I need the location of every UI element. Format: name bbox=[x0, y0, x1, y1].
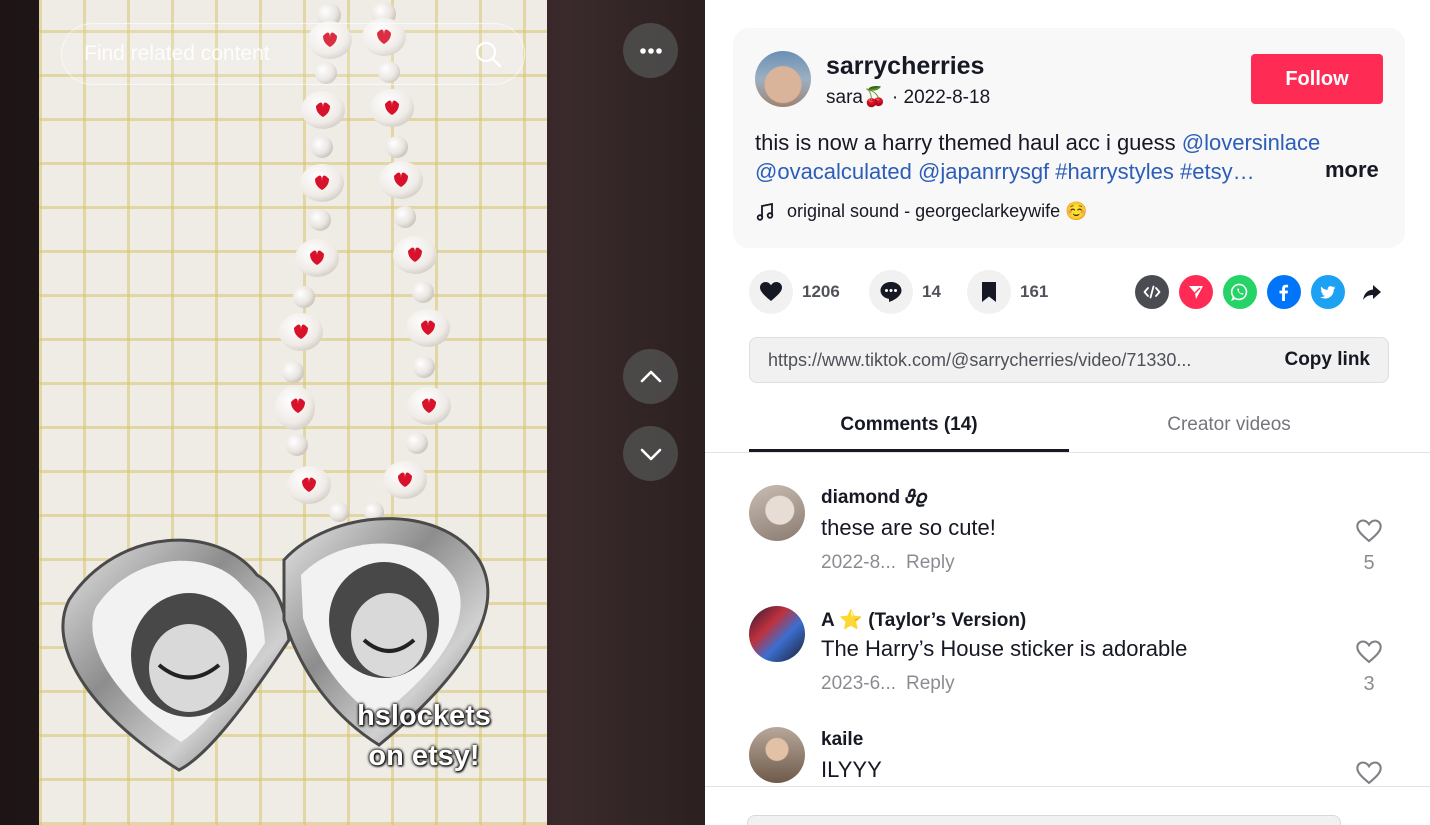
like-count: 1206 bbox=[802, 282, 840, 301]
heart-outline-icon bbox=[1356, 640, 1382, 664]
comment-like-count: 3 bbox=[1363, 673, 1375, 695]
search-input[interactable] bbox=[84, 42, 474, 66]
video-url: https://www.tiktok.com/@sarrycherries/vi… bbox=[768, 349, 1192, 370]
whatsapp-share-button[interactable] bbox=[1223, 275, 1257, 309]
commenter-name[interactable]: diamond 𝜗𝜚 bbox=[821, 487, 927, 509]
comment-input-divider bbox=[705, 786, 1430, 787]
video-info-panel: sarrycherries sara🍒 · 2022-8-18 Follow t… bbox=[705, 0, 1430, 825]
video-area: hslockets on etsy! bbox=[0, 0, 705, 825]
more-horizontal-icon bbox=[639, 47, 662, 54]
comment-meta: 2022-8... Reply bbox=[821, 552, 955, 574]
commenter-name[interactable]: kaile bbox=[821, 729, 863, 751]
comment-like-count: 5 bbox=[1363, 552, 1375, 574]
video-player[interactable]: hslockets on etsy! bbox=[39, 0, 547, 825]
search-bar bbox=[61, 23, 525, 85]
comment-tabs: Comments (14) Creator videos bbox=[749, 400, 1389, 452]
copy-link-bar: https://www.tiktok.com/@sarrycherries/vi… bbox=[749, 337, 1389, 383]
save-count: 161 bbox=[1020, 282, 1049, 301]
author-avatar[interactable] bbox=[755, 51, 811, 107]
send-to-friends-button[interactable] bbox=[1179, 275, 1213, 309]
mention-link[interactable]: @japanrrysgf bbox=[918, 159, 1049, 184]
commenter-name[interactable]: A ⭐ (Taylor’s Version) bbox=[821, 608, 1026, 632]
music-note-icon bbox=[756, 202, 774, 221]
tabs-divider bbox=[705, 452, 1430, 453]
facebook-share-button[interactable] bbox=[1267, 275, 1301, 309]
like-action[interactable]: 1206 bbox=[749, 270, 840, 314]
video-caption: this is now a harry themed haul acc i gu… bbox=[755, 128, 1385, 186]
whatsapp-icon bbox=[1230, 283, 1248, 302]
heart-outline-icon bbox=[1356, 761, 1382, 785]
previous-video-button[interactable] bbox=[623, 349, 678, 404]
description-card: sarrycherries sara🍒 · 2022-8-18 Follow t… bbox=[733, 28, 1405, 248]
subline-separator: · bbox=[886, 87, 904, 108]
comment-date: 2022-8... bbox=[821, 552, 896, 573]
facebook-icon bbox=[1279, 284, 1289, 301]
comment-icon bbox=[880, 282, 902, 302]
like-button[interactable] bbox=[749, 270, 793, 314]
twitter-icon bbox=[1320, 286, 1336, 299]
reply-button[interactable]: Reply bbox=[906, 673, 955, 694]
comment-text: The Harry’s House sticker is adorable bbox=[821, 636, 1188, 661]
search-icon[interactable] bbox=[474, 40, 502, 68]
commenter-avatar[interactable] bbox=[749, 485, 805, 541]
heart-icon bbox=[760, 282, 782, 301]
overlay-line-1: hslockets bbox=[357, 700, 491, 732]
caption-more-button[interactable]: more bbox=[1325, 157, 1379, 183]
sound-label: original sound - georgeclarkeywife ☺️ bbox=[787, 201, 1088, 221]
commenter-avatar[interactable] bbox=[749, 606, 805, 662]
video-overlay-text: hslockets on etsy! bbox=[299, 696, 547, 776]
chevron-down-icon bbox=[640, 448, 661, 460]
tab-creator-videos[interactable]: Creator videos bbox=[1069, 400, 1389, 452]
hashtag-link[interactable]: #etsy… bbox=[1180, 159, 1255, 184]
embed-button[interactable] bbox=[1135, 275, 1169, 309]
hashtag-link[interactable]: #harrystyles bbox=[1055, 159, 1174, 184]
more-options-button[interactable] bbox=[623, 23, 678, 78]
overlay-line-2: on etsy! bbox=[368, 740, 480, 772]
comment-button[interactable] bbox=[869, 270, 913, 314]
comment-like[interactable]: 3 bbox=[1353, 638, 1385, 696]
add-comment-input[interactable] bbox=[747, 815, 1341, 825]
chevron-up-icon bbox=[640, 370, 661, 382]
comment-meta: 2023-6... Reply bbox=[821, 673, 955, 695]
author-nickname: sara🍒 bbox=[826, 87, 887, 108]
tab-comments[interactable]: Comments (14) bbox=[749, 400, 1069, 452]
send-icon bbox=[1189, 286, 1203, 299]
comment-text: ILYYY bbox=[821, 757, 882, 782]
sound-link[interactable]: original sound - georgeclarkeywife ☺️ bbox=[755, 201, 1088, 222]
save-action[interactable]: 161 bbox=[967, 270, 1048, 314]
comment-text: these are so cute! bbox=[821, 515, 996, 540]
comment-count: 14 bbox=[922, 282, 941, 301]
comment-like[interactable]: 5 bbox=[1353, 517, 1385, 575]
reply-button[interactable]: Reply bbox=[906, 552, 955, 573]
comment-date: 2023-6... bbox=[821, 673, 896, 694]
caption-text: this is now a harry themed haul acc i gu… bbox=[755, 130, 1182, 155]
author-subline: sara🍒 · 2022-8-18 bbox=[826, 85, 990, 109]
more-share-button[interactable] bbox=[1355, 275, 1389, 309]
twitter-share-button[interactable] bbox=[1311, 275, 1345, 309]
commenter-avatar[interactable] bbox=[749, 727, 805, 783]
tiktok-video-page: hslockets on etsy! sarrycherries sara🍒 ·… bbox=[0, 0, 1430, 825]
author-username[interactable]: sarrycherries bbox=[826, 52, 984, 81]
follow-button[interactable]: Follow bbox=[1251, 54, 1383, 104]
bookmark-icon bbox=[982, 282, 996, 302]
embed-icon bbox=[1143, 285, 1161, 299]
next-video-button[interactable] bbox=[623, 426, 678, 481]
share-arrow-icon bbox=[1363, 285, 1381, 300]
post-date: 2022-8-18 bbox=[903, 87, 991, 108]
comment-like[interactable] bbox=[1353, 759, 1385, 792]
mention-link[interactable]: @loversinlace bbox=[1182, 130, 1321, 155]
comment-action[interactable]: 14 bbox=[869, 270, 941, 314]
copy-link-button[interactable]: Copy link bbox=[1284, 349, 1370, 371]
save-button[interactable] bbox=[967, 270, 1011, 314]
mention-link[interactable]: @ovacalculated bbox=[755, 159, 912, 184]
heart-outline-icon bbox=[1356, 519, 1382, 543]
